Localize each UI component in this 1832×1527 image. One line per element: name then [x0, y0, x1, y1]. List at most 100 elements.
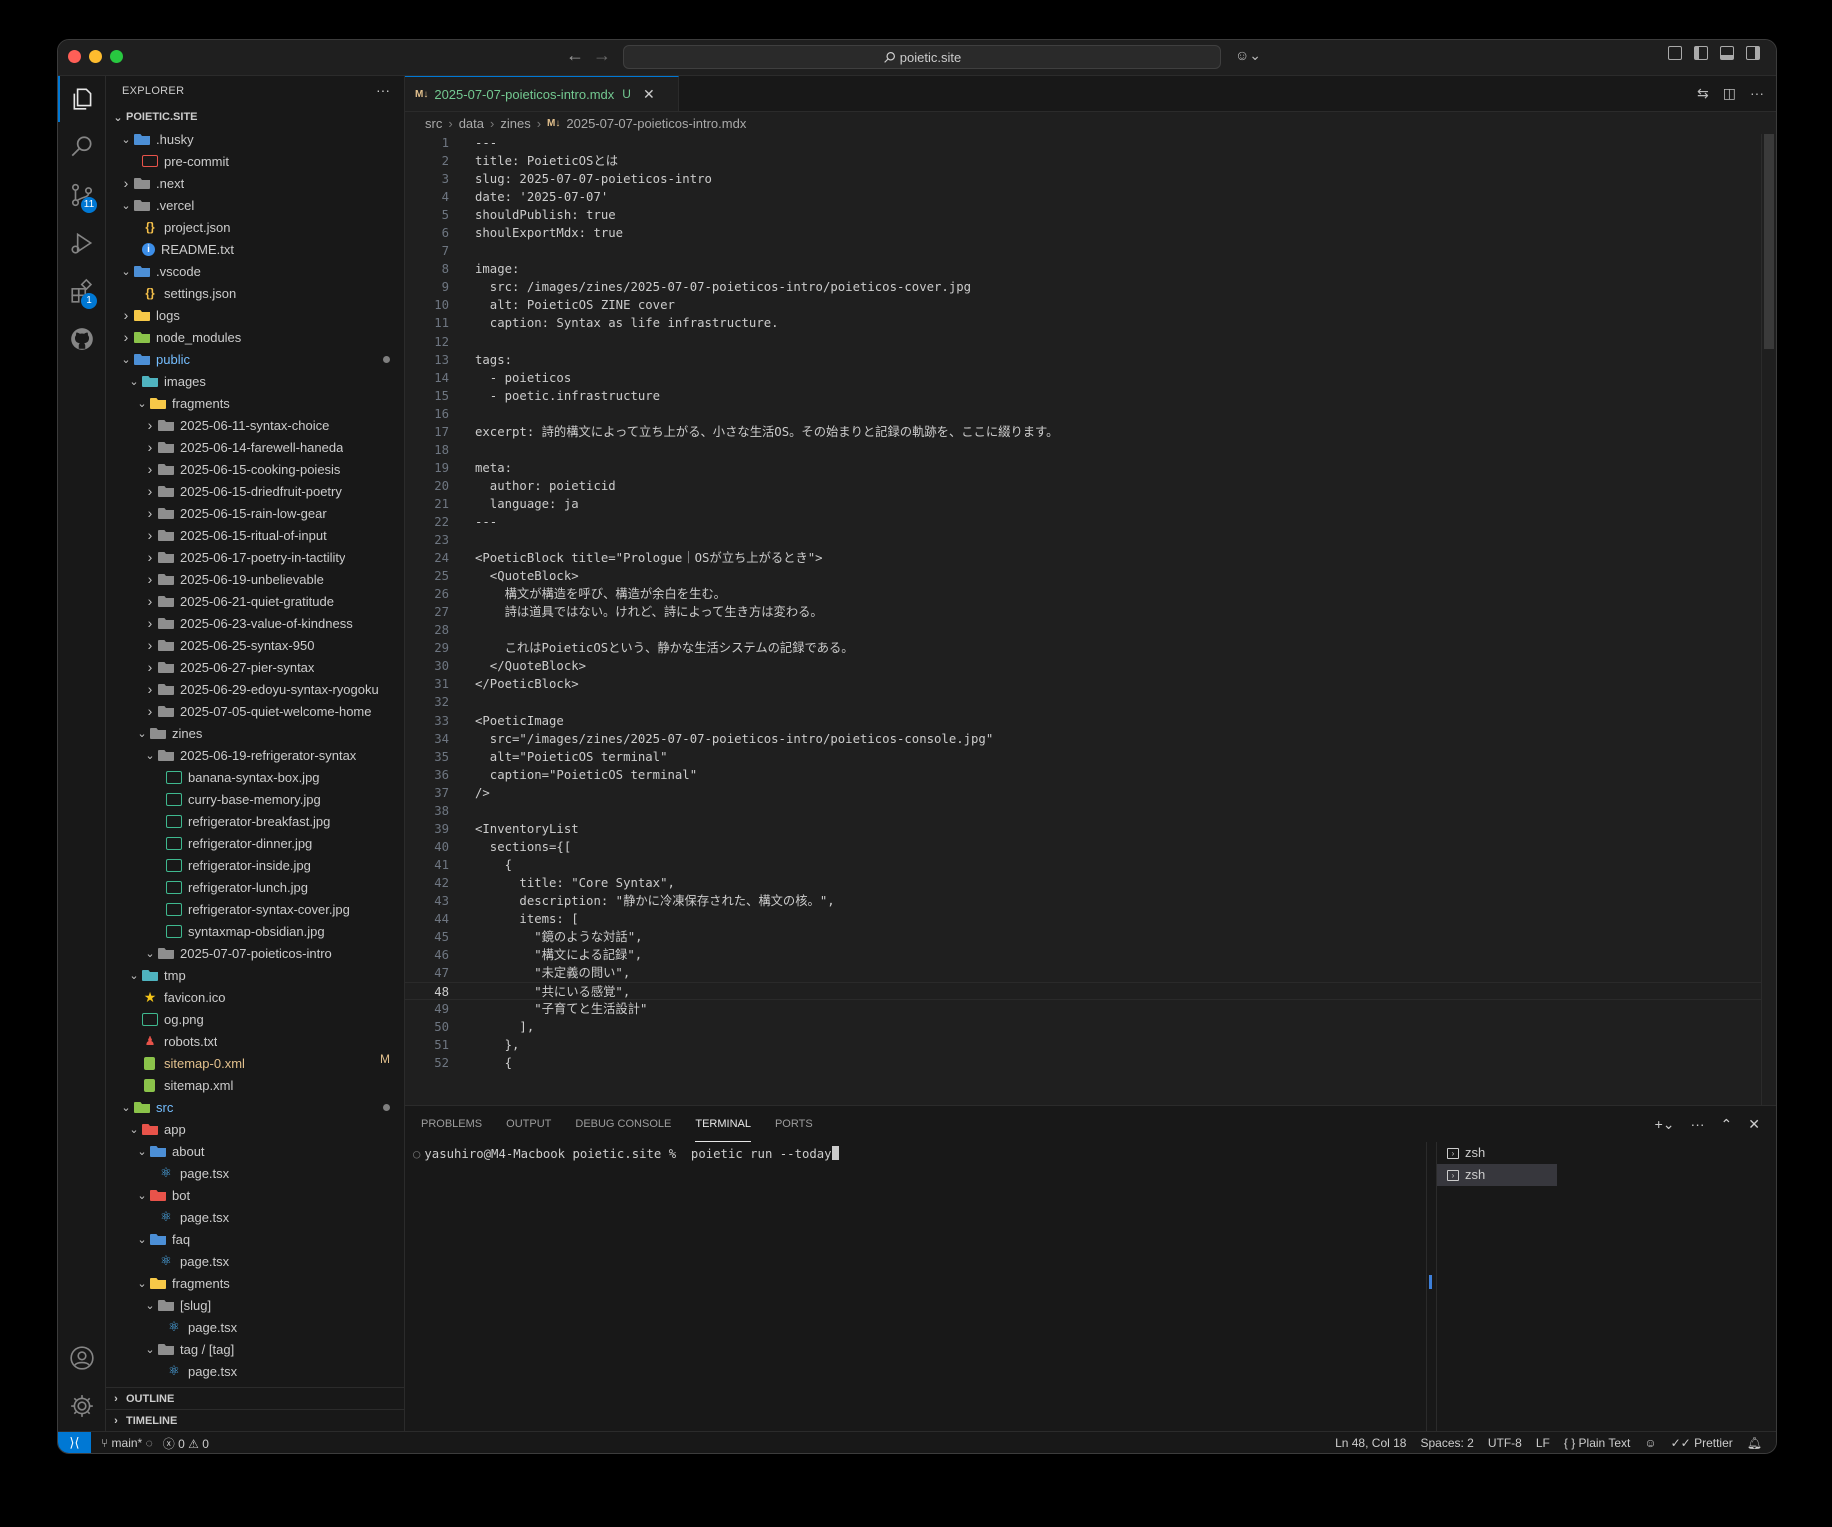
github-icon[interactable]	[58, 316, 105, 362]
tree-file[interactable]: pre-commit	[106, 150, 404, 172]
maximize-window-button[interactable]	[110, 50, 123, 63]
editor-scrollbar[interactable]	[1761, 134, 1776, 1105]
tree-folder[interactable]: › 2025-06-25-syntax-950	[106, 634, 404, 656]
tree-file[interactable]: i README.txt	[106, 238, 404, 260]
panel-tab-output[interactable]: OUTPUT	[506, 1106, 551, 1142]
tree-folder[interactable]: ⌄ tmp	[106, 964, 404, 986]
terminal-item[interactable]: › zsh	[1437, 1164, 1557, 1186]
terminal-output[interactable]: ○ yasuhiro@M4-Macbook poietic.site % poie…	[413, 1146, 839, 1161]
breadcrumb-item[interactable]: 2025-07-07-poieticos-intro.mdx	[566, 116, 746, 131]
panel-tab-terminal[interactable]: TERMINAL	[695, 1106, 751, 1142]
tree-folder[interactable]: ⌄ 2025-07-07-poieticos-intro	[106, 942, 404, 964]
outline-section[interactable]: › OUTLINE	[106, 1387, 404, 1410]
tree-folder[interactable]: › 2025-06-21-quiet-gratitude	[106, 590, 404, 612]
tree-file[interactable]: banana-syntax-box.jpg	[106, 766, 404, 788]
run-debug-icon[interactable]	[58, 220, 105, 266]
tree-folder[interactable]: › logs	[106, 304, 404, 326]
breadcrumb-item[interactable]: src	[425, 116, 442, 131]
tree-file[interactable]: sitemap-0.xml M	[106, 1052, 404, 1074]
tree-file[interactable]: refrigerator-dinner.jpg	[106, 832, 404, 854]
tree-file[interactable]: refrigerator-breakfast.jpg	[106, 810, 404, 832]
prettier-status[interactable]: ✓✓ Prettier	[1671, 1436, 1733, 1450]
scrollbar-thumb[interactable]	[1764, 134, 1774, 349]
terminal-scrollbar[interactable]	[1426, 1142, 1435, 1432]
tree-folder[interactable]: ⌄ [slug]	[106, 1294, 404, 1316]
split-editor-icon[interactable]: ◫	[1723, 85, 1736, 102]
explorer-icon[interactable]	[58, 76, 105, 122]
notifications-bell-icon[interactable]: 🔔︎	[1747, 1436, 1762, 1450]
indentation[interactable]: Spaces: 2	[1420, 1436, 1473, 1450]
customize-layout-icon[interactable]	[1668, 46, 1682, 60]
close-window-button[interactable]	[68, 50, 81, 63]
tree-folder[interactable]: ⌄ faq	[106, 1228, 404, 1250]
tree-file[interactable]: ⚛ page.tsx	[106, 1316, 404, 1338]
panel-tab-debug-console[interactable]: DEBUG CONSOLE	[575, 1106, 671, 1142]
tree-file[interactable]: {} project.json	[106, 216, 404, 238]
tree-folder[interactable]: ⌄ about	[106, 1140, 404, 1162]
tree-folder[interactable]: ⌄ 2025-06-19-refrigerator-syntax	[106, 744, 404, 766]
search-icon[interactable]	[58, 124, 105, 170]
minimize-window-button[interactable]	[89, 50, 102, 63]
tree-folder[interactable]: › 2025-06-14-farewell-haneda	[106, 436, 404, 458]
toggle-primary-sidebar-icon[interactable]	[1694, 46, 1708, 60]
tree-folder[interactable]: ⌄ fragments	[106, 1272, 404, 1294]
code-editor[interactable]: 1 --- 2 title: PoieticOSとは 3 slug: 2025-07-07…	[405, 134, 1776, 1105]
panel-tab-ports[interactable]: PORTS	[775, 1106, 813, 1142]
tree-folder[interactable]: ⌄ .vercel	[106, 194, 404, 216]
tree-folder[interactable]: › 2025-06-15-cooking-poiesis	[106, 458, 404, 480]
encoding[interactable]: UTF-8	[1488, 1436, 1522, 1450]
source-control-icon[interactable]: 11	[58, 172, 105, 218]
tree-file[interactable]: ⚛ page.tsx	[106, 1360, 404, 1382]
tree-folder[interactable]: › 2025-06-15-ritual-of-input	[106, 524, 404, 546]
accounts-icon[interactable]	[58, 1335, 105, 1381]
remote-indicator-icon[interactable]: ⟩⟨	[58, 1432, 91, 1453]
tree-folder[interactable]: › 2025-06-19-unbelievable	[106, 568, 404, 590]
tree-folder[interactable]: ⌄ public	[106, 348, 404, 370]
cursor-position[interactable]: Ln 48, Col 18	[1335, 1436, 1406, 1450]
language-mode[interactable]: { } Plain Text	[1564, 1436, 1631, 1450]
tree-file[interactable]: ⚛ page.tsx	[106, 1206, 404, 1228]
tab-poieticos-intro[interactable]: M↓ 2025-07-07-poieticos-intro.mdx U ✕	[405, 76, 679, 111]
tree-folder[interactable]: › 2025-06-15-rain-low-gear	[106, 502, 404, 524]
more-actions-icon[interactable]: ···	[1750, 85, 1764, 102]
tree-folder[interactable]: ⌄ src	[106, 1096, 404, 1118]
tree-folder[interactable]: ⌄ images	[106, 370, 404, 392]
workspace-root[interactable]: ⌄ POIETIC.SITE	[106, 106, 404, 128]
tree-folder[interactable]: › 2025-06-23-value-of-kindness	[106, 612, 404, 634]
problems-indicator[interactable]: ⓧ 0 ⚠ 0	[163, 1435, 209, 1452]
tree-folder[interactable]: › .next	[106, 172, 404, 194]
tree-folder[interactable]: ⌄ .husky	[106, 128, 404, 150]
back-arrow-icon[interactable]: ←	[566, 45, 584, 66]
tree-file[interactable]: syntaxmap-obsidian.jpg	[106, 920, 404, 942]
branch-indicator[interactable]: ⑂ main* ◌	[101, 1436, 153, 1450]
panel-tab-problems[interactable]: PROBLEMS	[421, 1106, 482, 1142]
tree-file[interactable]: ♟ robots.txt	[106, 1030, 404, 1052]
toggle-secondary-sidebar-icon[interactable]	[1746, 46, 1760, 60]
open-changes-icon[interactable]: ⇆	[1697, 85, 1709, 102]
new-terminal-icon[interactable]: +⌄	[1655, 1116, 1675, 1133]
manage-gear-icon[interactable]	[58, 1383, 105, 1429]
terminal-item[interactable]: › zsh	[1437, 1142, 1557, 1164]
tree-file[interactable]: ★ favicon.ico	[106, 986, 404, 1008]
tree-folder[interactable]: ⌄ bot	[106, 1184, 404, 1206]
copilot-icon[interactable]: ☺︎⌄	[1235, 47, 1261, 64]
extensions-icon[interactable]: 1	[58, 268, 105, 314]
timeline-section[interactable]: › TIMELINE	[106, 1409, 404, 1431]
more-actions-icon[interactable]: ···	[376, 76, 390, 104]
tree-folder[interactable]: › node_modules	[106, 326, 404, 348]
copilot-status-icon[interactable]: ☺︎	[1644, 1436, 1656, 1450]
command-center-search[interactable]: poietic.site	[623, 45, 1221, 69]
tree-folder[interactable]: ⌄ zines	[106, 722, 404, 744]
close-tab-icon[interactable]: ✕	[643, 86, 655, 103]
end-of-line[interactable]: LF	[1536, 1436, 1550, 1450]
tree-file[interactable]: ⚛ page.tsx	[106, 1162, 404, 1184]
tree-file[interactable]: refrigerator-inside.jpg	[106, 854, 404, 876]
tree-folder[interactable]: ⌄ fragments	[106, 392, 404, 414]
tree-folder[interactable]: › 2025-06-11-syntax-choice	[106, 414, 404, 436]
close-panel-icon[interactable]: ✕	[1748, 1116, 1760, 1133]
tree-folder[interactable]: › 2025-07-05-quiet-welcome-home	[106, 700, 404, 722]
tree-folder[interactable]: › 2025-06-17-poetry-in-tactility	[106, 546, 404, 568]
tree-file[interactable]: refrigerator-syntax-cover.jpg	[106, 898, 404, 920]
more-actions-icon[interactable]: ···	[1691, 1116, 1705, 1133]
breadcrumb-item[interactable]: data	[459, 116, 484, 131]
